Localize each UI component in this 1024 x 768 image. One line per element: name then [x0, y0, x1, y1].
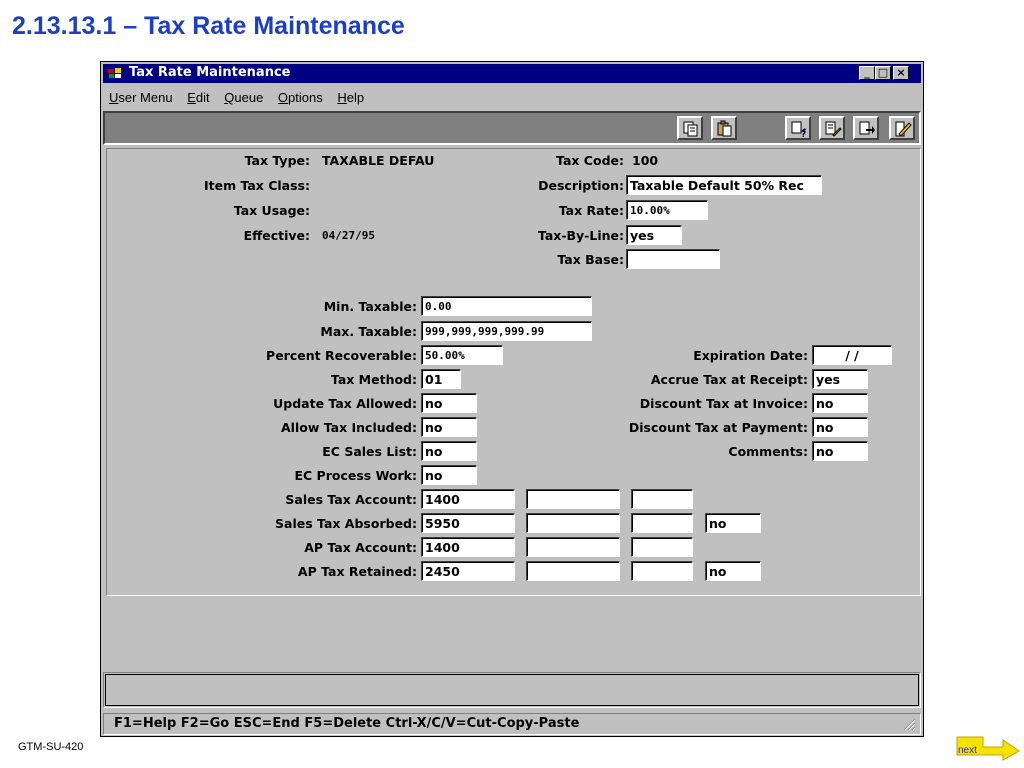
discount-tax-invoice-label: Discount Tax at Invoice: [639, 396, 808, 411]
menu-queue[interactable]: Queue [224, 90, 263, 105]
export-button[interactable] [853, 116, 879, 140]
next-button[interactable]: next [955, 733, 1021, 761]
edit-notes-button[interactable] [819, 116, 845, 140]
item-tax-class-label: Item Tax Class: [203, 178, 310, 193]
resize-grip-icon[interactable] [902, 717, 916, 731]
tax-by-line-label: Tax-By-Line: [537, 228, 624, 243]
description-field[interactable]: Taxable Default 50% Rec [626, 175, 822, 195]
ap-tax-account-sub2-field[interactable] [631, 537, 693, 557]
sales-tax-absorbed-flag-field[interactable]: no [705, 513, 761, 533]
ec-sales-list-label: EC Sales List: [322, 444, 417, 459]
tax-usage-label: Tax Usage: [233, 203, 310, 218]
message-text [105, 674, 919, 706]
tax-base-label: Tax Base: [557, 252, 624, 267]
max-taxable-label: Max. Taxable: [320, 324, 417, 339]
percent-recoverable-label: Percent Recoverable: [266, 348, 417, 363]
ec-process-work-label: EC Process Work: [294, 468, 417, 483]
maximize-button[interactable]: □ [875, 66, 891, 80]
menu-help[interactable]: Help [337, 90, 364, 105]
effective-label: Effective: [243, 228, 310, 243]
app-icon [108, 68, 121, 78]
exit-icon [895, 121, 912, 137]
message-area [103, 672, 921, 708]
tax-method-label: Tax Method: [330, 372, 417, 387]
sales-tax-account-field[interactable]: 1400 [421, 489, 515, 509]
menu-bar: User Menu Edit Queue Options Help [109, 90, 375, 105]
sales-tax-account-label: Sales Tax Account: [285, 492, 417, 507]
allow-tax-included-field[interactable]: no [421, 417, 477, 437]
sales-tax-absorbed-sub2-field[interactable] [631, 513, 693, 533]
min-taxable-field[interactable]: 0.00 [421, 296, 592, 316]
accrue-tax-field[interactable]: yes [812, 369, 868, 389]
window-titlebar[interactable]: Tax Rate Maintenance _ □ × [103, 64, 921, 83]
sales-tax-absorbed-label: Sales Tax Absorbed: [275, 516, 417, 531]
ap-tax-retained-flag-field[interactable]: no [705, 561, 761, 581]
toolbar: ? [103, 111, 921, 145]
discount-tax-invoice-field[interactable]: no [812, 393, 868, 413]
menu-user-menu[interactable]: User Menu [109, 90, 173, 105]
discount-tax-payment-field[interactable]: no [812, 417, 868, 437]
sales-tax-absorbed-field[interactable]: 5950 [421, 513, 515, 533]
max-taxable-field[interactable]: 999,999,999,999.99 [421, 321, 592, 341]
exit-button[interactable] [889, 116, 915, 140]
description-label: Description: [538, 178, 624, 193]
minimize-button[interactable]: _ [859, 66, 875, 80]
tax-type-value: TAXABLE DEFAU [322, 153, 435, 168]
ap-tax-account-sub1-field[interactable] [526, 537, 620, 557]
percent-recoverable-field[interactable]: 50.00% [421, 345, 503, 365]
paste-icon [717, 120, 732, 137]
comments-label: Comments: [728, 444, 808, 459]
menu-edit[interactable]: Edit [187, 90, 209, 105]
tax-code-value: 100 [632, 153, 659, 168]
ec-sales-list-field[interactable]: no [421, 441, 477, 461]
tax-base-field[interactable] [626, 249, 720, 269]
next-label: next [958, 745, 977, 756]
ap-tax-retained-sub2-field[interactable] [631, 561, 693, 581]
expiration-date-label: Expiration Date: [693, 348, 808, 363]
zoom-help-button[interactable]: ? [785, 116, 811, 140]
edit-notes-icon [825, 121, 842, 137]
allow-tax-included-label: Allow Tax Included: [280, 420, 417, 435]
svg-text:?: ? [801, 130, 806, 138]
update-tax-allowed-label: Update Tax Allowed: [273, 396, 417, 411]
copy-icon [683, 121, 698, 137]
tax-by-line-field[interactable]: yes [626, 225, 682, 245]
form-panel: Tax Type: TAXABLE DEFAU Item Tax Class: … [106, 148, 921, 596]
paste-button[interactable] [711, 116, 737, 140]
comments-field[interactable]: no [812, 441, 868, 461]
tax-rate-label: Tax Rate: [558, 203, 624, 218]
slide-footer-code: GTM-SU-420 [18, 741, 84, 753]
sales-tax-account-sub2-field[interactable] [631, 489, 693, 509]
export-icon [859, 121, 875, 135]
menu-options[interactable]: Options [278, 90, 323, 105]
expiration-date-field[interactable]: / / [812, 345, 892, 365]
tax-code-label: Tax Code: [556, 153, 624, 168]
min-taxable-label: Min. Taxable: [323, 299, 417, 314]
effective-value: 04/27/95 [322, 229, 375, 242]
discount-tax-payment-label: Discount Tax at Payment: [628, 420, 808, 435]
tax-rate-maintenance-window: Tax Rate Maintenance _ □ × User Menu Edi… [100, 61, 924, 737]
copy-button[interactable] [677, 116, 703, 140]
slide-title: 2.13.13.1 – Tax Rate Maintenance [12, 12, 405, 40]
tax-method-field[interactable]: 01 [421, 369, 461, 389]
tax-type-label: Tax Type: [244, 153, 310, 168]
tax-rate-field[interactable]: 10.00% [626, 200, 708, 220]
status-bar: F1=Help F2=Go ESC=End F5=Delete Ctrl-X/C… [103, 713, 921, 735]
hotkey-hints: F1=Help F2=Go ESC=End F5=Delete Ctrl-X/C… [114, 716, 580, 731]
ec-process-work-field[interactable]: no [421, 465, 477, 485]
ap-tax-retained-field[interactable]: 2450 [421, 561, 515, 581]
accrue-tax-label: Accrue Tax at Receipt: [650, 372, 808, 387]
update-tax-allowed-field[interactable]: no [421, 393, 477, 413]
sales-tax-account-sub1-field[interactable] [526, 489, 620, 509]
zoom-help-icon: ? [791, 121, 806, 138]
sales-tax-absorbed-sub1-field[interactable] [526, 513, 620, 533]
ap-tax-account-label: AP Tax Account: [304, 540, 417, 555]
window-title: Tax Rate Maintenance [129, 65, 291, 80]
ap-tax-retained-label: AP Tax Retained: [297, 564, 417, 579]
ap-tax-account-field[interactable]: 1400 [421, 537, 515, 557]
close-button[interactable]: × [893, 66, 909, 80]
ap-tax-retained-sub1-field[interactable] [526, 561, 620, 581]
